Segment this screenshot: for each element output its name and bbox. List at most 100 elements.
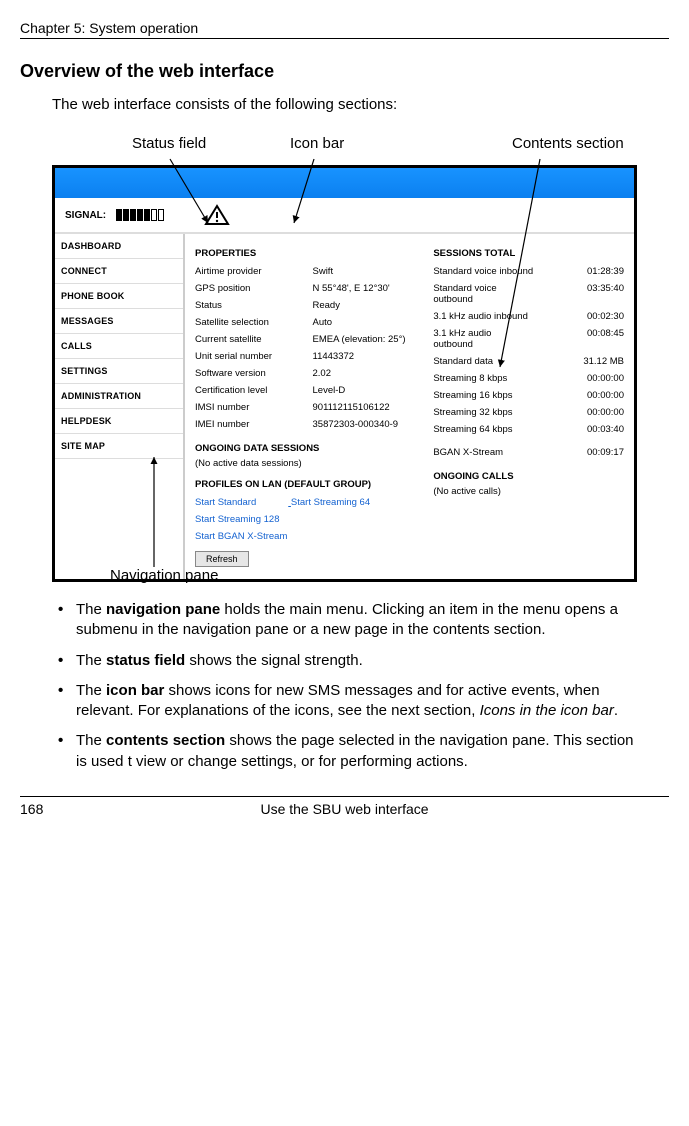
table-row: BGAN X-Stream00:09:17 — [433, 444, 624, 461]
prop-val: EMEA (elevation: 25°) — [313, 334, 420, 345]
table-row: 3.1 kHz audio inbound00:02:30 — [433, 308, 624, 325]
sess-val: 01:28:39 — [533, 266, 624, 277]
callout-status: Status field — [132, 135, 206, 152]
table-row: IMEI number35872303-000340-9 — [195, 416, 419, 433]
intro-text: The web interface consists of the follow… — [52, 96, 669, 113]
sess-key: 3.1 kHz audio outbound — [433, 328, 533, 350]
sess-key: Streaming 64 kbps — [433, 424, 533, 435]
sess-val: 00:09:17 — [533, 447, 624, 458]
sess-key: 3.1 kHz audio inbound — [433, 311, 533, 322]
nav-messages[interactable]: MESSAGES — [55, 309, 183, 334]
prop-key: Satellite selection — [195, 317, 313, 328]
properties-column: PROPERTIES Airtime providerSwift GPS pos… — [195, 242, 419, 567]
list-item: The contents section shows the page sele… — [52, 731, 637, 772]
ongoing-data-text: (No active data sessions) — [195, 458, 419, 469]
text: . — [614, 702, 618, 719]
table-row: Streaming 64 kbps00:03:40 — [433, 421, 624, 438]
prop-key: Software version — [195, 368, 313, 379]
nav-helpdesk[interactable]: HELPDESK — [55, 409, 183, 434]
bold-term: icon bar — [106, 682, 164, 699]
sessions-column: SESSIONS TOTAL Standard voice inbound01:… — [433, 242, 624, 567]
page-footer: 168 Use the SBU web interface — [20, 796, 669, 817]
table-row: Satellite selectionAuto — [195, 314, 419, 331]
profile-links: Start Standard Start Streaming 64 Start … — [195, 494, 419, 545]
signal-strength-icon — [116, 209, 164, 221]
bold-term: status field — [106, 652, 185, 669]
prop-val: Swift — [313, 266, 420, 277]
nav-sitemap[interactable]: SITE MAP — [55, 434, 183, 459]
nav-dashboard[interactable]: DASHBOARD — [55, 234, 183, 259]
sess-key: Streaming 16 kbps — [433, 390, 533, 401]
sess-val: 00:02:30 — [533, 311, 624, 322]
prop-val: Auto — [313, 317, 420, 328]
window-titlebar — [55, 168, 634, 198]
link-start-standard[interactable]: Start Standard — [195, 494, 256, 511]
prop-key: Unit serial number — [195, 351, 313, 362]
link-start-bgan-xstream[interactable]: Start BGAN X-Stream — [195, 528, 287, 545]
status-bar: SIGNAL: — [55, 198, 634, 232]
nav-settings[interactable]: SETTINGS — [55, 359, 183, 384]
table-row: Streaming 32 kbps00:00:00 — [433, 404, 624, 421]
nav-calls[interactable]: CALLS — [55, 334, 183, 359]
sess-key: Streaming 8 kbps — [433, 373, 533, 384]
sess-val: 00:03:40 — [533, 424, 624, 435]
bullet-list: The navigation pane holds the main menu.… — [52, 600, 637, 772]
table-row: Standard voice outbound03:35:40 — [433, 280, 624, 308]
nav-administration[interactable]: ADMINISTRATION — [55, 384, 183, 409]
table-row: Streaming 16 kbps00:00:00 — [433, 387, 624, 404]
footer-title: Use the SBU web interface — [70, 801, 619, 817]
text: The — [76, 682, 106, 699]
table-row: Airtime providerSwift — [195, 263, 419, 280]
table-row: 3.1 kHz audio outbound00:08:45 — [433, 325, 624, 353]
refresh-button[interactable]: Refresh — [195, 551, 249, 567]
signal-label: SIGNAL: — [65, 210, 106, 221]
callout-contents: Contents section — [512, 135, 624, 152]
prop-val: Level-D — [313, 385, 420, 396]
prop-val: 11443372 — [313, 351, 420, 362]
link-start-streaming64[interactable]: Start Streaming 64 — [291, 494, 370, 511]
prop-key: Certification level — [195, 385, 313, 396]
prop-key: IMSI number — [195, 402, 313, 413]
table-row: Current satelliteEMEA (elevation: 25°) — [195, 331, 419, 348]
ongoing-calls-text: (No active calls) — [433, 486, 624, 497]
text: The — [76, 652, 106, 669]
bold-term: navigation pane — [106, 601, 220, 618]
list-item: The icon bar shows icons for new SMS mes… — [52, 681, 637, 722]
screenshot-panel: SIGNAL: DASHBOARD CONNECT PHONE BOOK MES… — [52, 165, 637, 582]
callout-iconbar: Icon bar — [290, 135, 344, 152]
prop-key: Current satellite — [195, 334, 313, 345]
sess-val: 00:08:45 — [533, 328, 624, 350]
link-start-streaming128[interactable]: Start Streaming 128 — [195, 511, 280, 528]
table-row: Standard data31.12 MB — [433, 353, 624, 370]
warning-icon — [204, 204, 230, 226]
nav-connect[interactable]: CONNECT — [55, 259, 183, 284]
properties-header: PROPERTIES — [195, 248, 419, 259]
sess-key: Standard voice inbound — [433, 266, 533, 277]
italic-term: Icons in the icon bar — [480, 702, 614, 719]
prop-key: Airtime provider — [195, 266, 313, 277]
running-header: Chapter 5: System operation — [20, 20, 669, 39]
profiles-header: PROFILES ON LAN (DEFAULT GROUP) — [195, 479, 419, 490]
sess-key: BGAN X-Stream — [433, 447, 533, 458]
nav-phonebook[interactable]: PHONE BOOK — [55, 284, 183, 309]
sess-val: 00:00:00 — [533, 373, 624, 384]
sess-val: 03:35:40 — [533, 283, 624, 305]
table-row: Streaming 8 kbps00:00:00 — [433, 370, 624, 387]
sess-key: Standard voice outbound — [433, 283, 533, 305]
prop-val: 35872303-000340-9 — [313, 419, 420, 430]
callout-navpane: Navigation pane — [110, 567, 218, 584]
list-item: The navigation pane holds the main menu.… — [52, 600, 637, 641]
sess-key: Streaming 32 kbps — [433, 407, 533, 418]
text: The — [76, 601, 106, 618]
bold-term: contents section — [106, 732, 225, 749]
list-item: The status field shows the signal streng… — [52, 651, 637, 671]
sess-val: 00:00:00 — [533, 407, 624, 418]
figure-wrapper: Status field Icon bar Contents section S… — [52, 135, 637, 582]
table-row: Certification levelLevel-D — [195, 382, 419, 399]
table-row: IMSI number901112115106122 — [195, 399, 419, 416]
navigation-pane: DASHBOARD CONNECT PHONE BOOK MESSAGES CA… — [55, 234, 185, 579]
prop-val: 901112115106122 — [313, 402, 420, 413]
table-row: Standard voice inbound01:28:39 — [433, 263, 624, 280]
table-row: GPS positionN 55°48', E 12°30' — [195, 280, 419, 297]
page-number: 168 — [20, 801, 70, 817]
